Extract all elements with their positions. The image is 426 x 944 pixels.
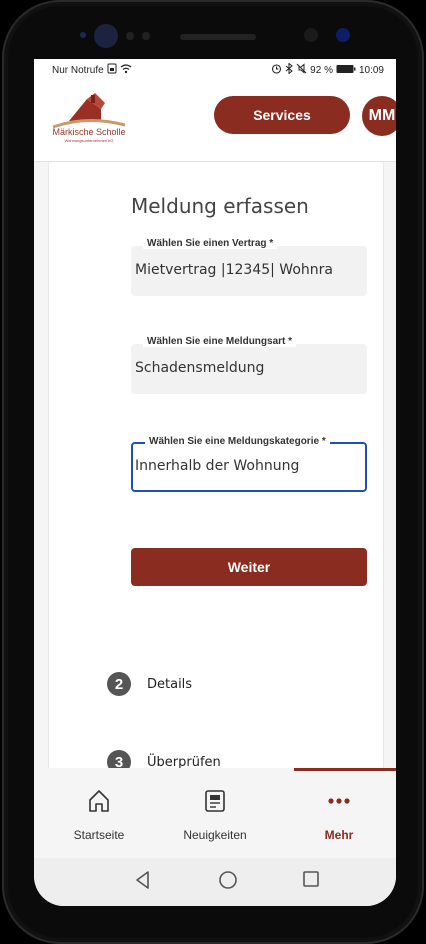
services-button[interactable]: Services — [214, 96, 350, 134]
nav-home[interactable]: Startseite — [44, 786, 154, 842]
news-icon — [160, 786, 270, 816]
nav-more[interactable]: Mehr — [284, 786, 394, 842]
nav-label: Mehr — [324, 828, 354, 842]
more-icon — [284, 786, 394, 816]
system-navigation-bar — [34, 858, 396, 906]
screen: Nur Notrufe 92 % 10:09 Märkische Scholle… — [34, 59, 396, 906]
clock-text: 10:09 — [358, 64, 384, 76]
nav-label: Startseite — [73, 828, 125, 842]
sim-icon — [107, 63, 117, 77]
sensor-dot — [336, 28, 350, 42]
mute-icon — [296, 63, 307, 77]
active-tab-indicator — [294, 768, 396, 771]
step-label: Details — [147, 676, 193, 692]
field-value: Schadensmeldung — [135, 360, 265, 376]
sensor-dot — [80, 32, 86, 38]
logo-subtitle: Wohnungsunternehmen eG — [64, 138, 114, 143]
step-details[interactable]: 2 Details — [107, 672, 192, 696]
front-camera — [94, 24, 118, 48]
report-type-select[interactable]: Wählen Sie eine Meldungsart * Schadensme… — [131, 336, 367, 394]
wifi-icon — [120, 63, 132, 77]
field-value: Mietvertrag |12345| Wohnra — [135, 262, 333, 278]
phone-top-bezel — [2, 0, 424, 60]
bluetooth-icon — [285, 62, 293, 77]
step-number: 2 — [107, 672, 131, 696]
house-logo-icon — [52, 93, 126, 129]
field-label: Wählen Sie eine Meldungsart * — [143, 336, 297, 347]
nav-news[interactable]: Neuigkeiten — [160, 786, 270, 842]
field-value: Innerhalb der Wohnung — [135, 458, 300, 474]
recents-square-icon[interactable] — [302, 870, 320, 892]
sensor-dot — [142, 32, 150, 40]
app-header: Märkische Scholle Wohnungsunternehmen eG… — [34, 79, 396, 162]
bottom-navigation: Startseite Neuigkeiten Mehr — [34, 768, 396, 858]
earpiece — [180, 34, 256, 40]
field-label: Wählen Sie einen Vertrag * — [143, 238, 278, 249]
home-icon — [44, 786, 154, 816]
nav-label: Neuigkeiten — [183, 828, 247, 842]
company-logo[interactable]: Märkische Scholle Wohnungsunternehmen eG — [47, 89, 131, 147]
avatar[interactable]: MM — [362, 96, 396, 136]
report-category-select[interactable]: Wählen Sie eine Meldungskategorie * Inne… — [131, 436, 367, 492]
page-title: Meldung erfassen — [131, 194, 309, 218]
logo-name: Märkische Scholle — [52, 127, 126, 137]
battery-text: 92 % — [310, 64, 333, 76]
home-circle-icon[interactable] — [218, 870, 238, 894]
field-label: Wählen Sie eine Meldungskategorie * — [145, 436, 330, 447]
carrier-text: Nur Notrufe — [52, 64, 104, 76]
phone-frame: Nur Notrufe 92 % 10:09 Märkische Scholle… — [2, 0, 424, 944]
sensor-dot — [126, 32, 134, 40]
alarm-icon — [271, 63, 282, 77]
back-icon[interactable] — [134, 870, 152, 894]
status-bar: Nur Notrufe 92 % 10:09 — [34, 59, 396, 79]
sensor-dot — [304, 28, 318, 42]
contract-select[interactable]: Wählen Sie einen Vertrag * Mietvertrag |… — [131, 238, 367, 296]
battery-icon — [336, 64, 356, 77]
main-content: Meldung erfassen Wählen Sie einen Vertra… — [48, 162, 384, 774]
next-button[interactable]: Weiter — [131, 548, 367, 586]
